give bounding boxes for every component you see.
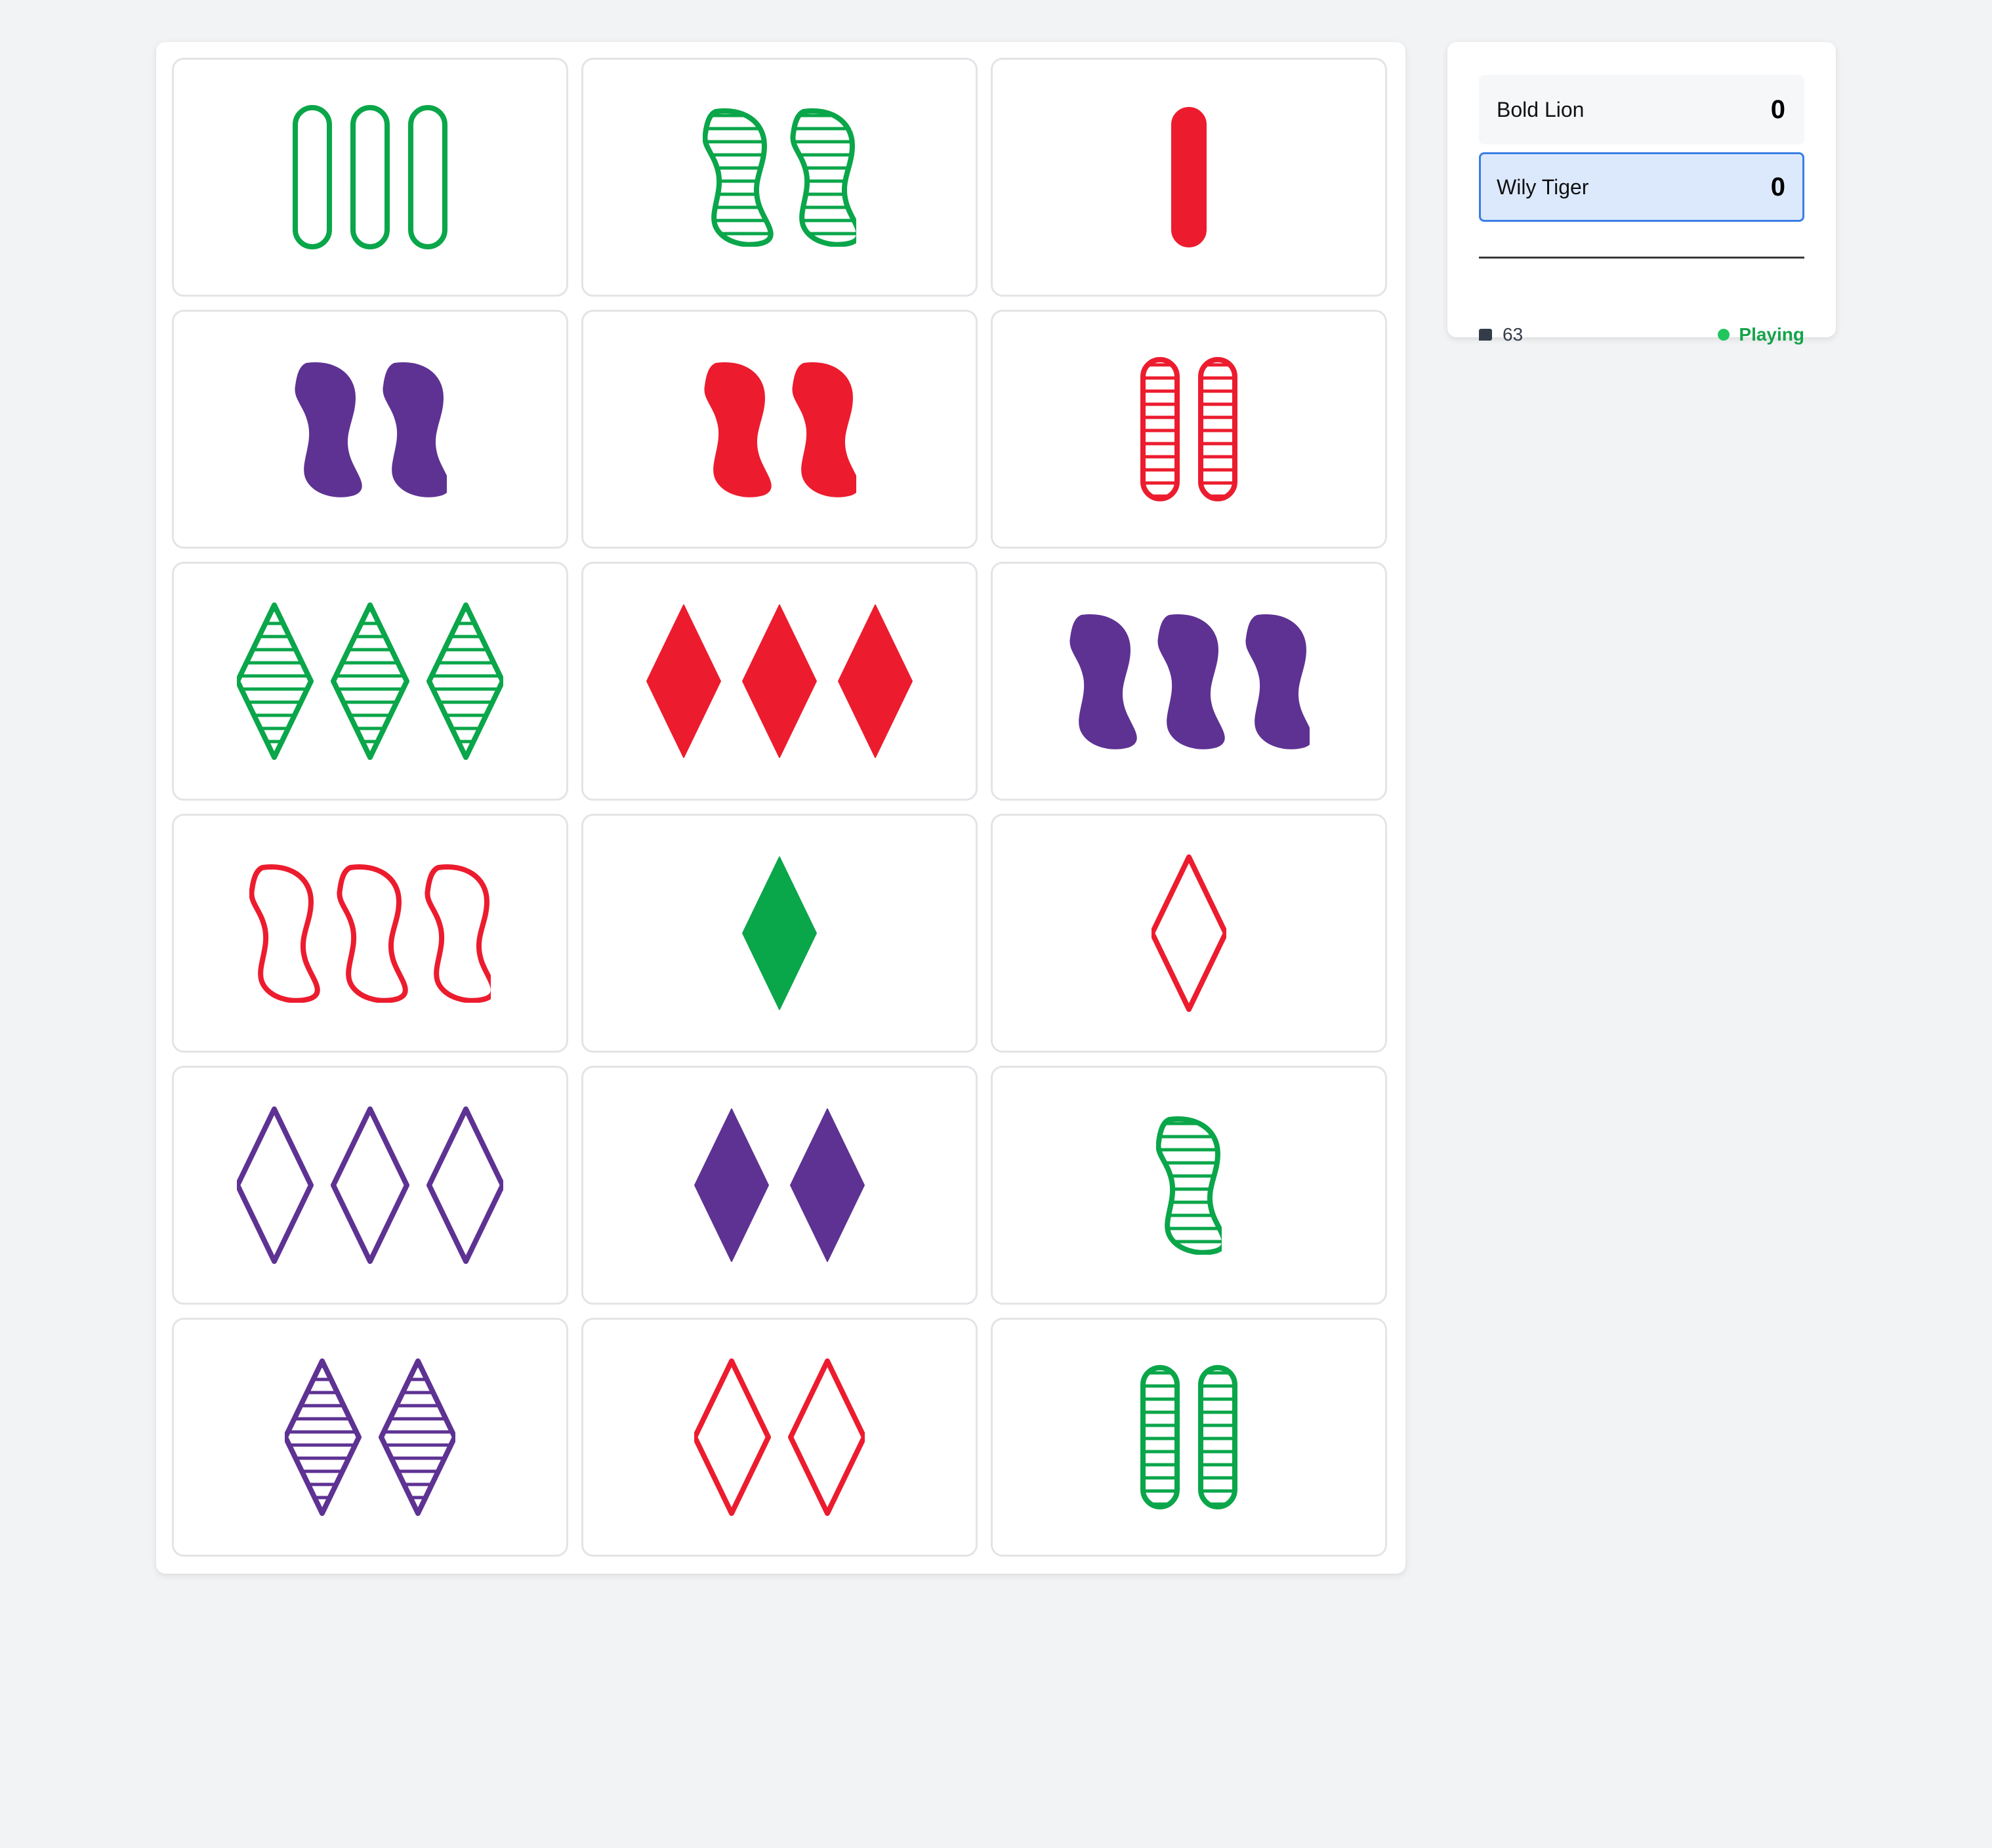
oval-symbol xyxy=(350,105,390,249)
diamond-symbol xyxy=(742,604,817,758)
game-status: Playing xyxy=(1718,324,1804,345)
status-dot-icon xyxy=(1718,329,1730,341)
card-2-green-striped-oval[interactable] xyxy=(991,1318,1387,1557)
diamond-symbol xyxy=(694,1358,771,1516)
diamond-symbol xyxy=(790,1108,865,1262)
diamond-symbol xyxy=(285,1358,362,1516)
squiggle-symbol xyxy=(337,864,408,1003)
diamond-symbol xyxy=(237,602,314,760)
card-1-red-solid-oval[interactable] xyxy=(991,58,1387,297)
card-3-purple-open-diamond[interactable] xyxy=(172,1066,568,1305)
card-1-red-open-diamond[interactable] xyxy=(991,814,1387,1053)
squiggle-symbol xyxy=(1157,614,1225,749)
diamond-symbol xyxy=(379,1358,455,1516)
diamond-symbols xyxy=(694,1108,865,1262)
diamond-symbol xyxy=(331,602,409,760)
diamond-symbols xyxy=(694,1358,865,1516)
squiggle-symbols xyxy=(1069,614,1310,749)
oval-symbol xyxy=(293,105,332,249)
squiggle-symbol xyxy=(1156,1116,1222,1255)
squiggle-symbols xyxy=(249,864,491,1003)
diamond-symbol xyxy=(237,1106,314,1264)
squiggle-symbols xyxy=(703,108,856,247)
squiggle-symbol xyxy=(295,362,362,497)
player-name: Bold Lion xyxy=(1497,97,1585,121)
diamond-symbols xyxy=(646,604,913,758)
scoreboard-panel: Bold Lion 0 Wily Tiger 0 63 Playing xyxy=(1447,42,1836,345)
player-score: 0 xyxy=(1770,94,1785,124)
squiggle-symbols xyxy=(1156,1116,1222,1255)
oval-symbol xyxy=(1171,107,1207,247)
card-2-purple-striped-diamond[interactable] xyxy=(172,1318,568,1557)
oval-symbols xyxy=(293,105,447,249)
squiggle-symbol xyxy=(1069,614,1137,749)
squiggle-symbol xyxy=(383,362,447,497)
card-2-purple-solid-squiggle[interactable] xyxy=(172,310,568,549)
squiggle-symbols xyxy=(704,362,856,497)
deck-counter: 63 xyxy=(1479,324,1523,345)
diamond-symbols xyxy=(742,856,817,1010)
player-score: 0 xyxy=(1770,172,1785,201)
card-1-green-solid-diamond[interactable] xyxy=(581,814,978,1053)
panel-footer: 63 Playing xyxy=(1479,322,1804,348)
squiggle-symbol xyxy=(1245,614,1310,749)
oval-symbols xyxy=(1171,107,1207,247)
card-3-green-open-oval[interactable] xyxy=(172,58,568,297)
card-3-purple-solid-squiggle[interactable] xyxy=(991,562,1387,801)
player-row-wily-tiger[interactable]: Wily Tiger 0 xyxy=(1479,152,1804,222)
squiggle-symbol xyxy=(703,108,774,247)
diamond-symbol xyxy=(426,602,503,760)
oval-symbol xyxy=(1140,1365,1180,1509)
diamond-symbols xyxy=(1152,854,1226,1012)
diamond-symbols xyxy=(237,1106,503,1264)
card-stack-icon xyxy=(1479,329,1492,341)
oval-symbol xyxy=(1140,357,1180,501)
squiggle-symbol xyxy=(790,108,856,247)
diamond-symbols xyxy=(285,1358,455,1516)
card-2-green-striped-squiggle[interactable] xyxy=(581,58,978,297)
diamond-symbol xyxy=(1152,854,1226,1012)
diamond-symbol xyxy=(646,604,721,758)
squiggle-symbol xyxy=(704,362,772,497)
diamond-symbol xyxy=(426,1106,503,1264)
card-3-green-striped-diamond[interactable] xyxy=(172,562,568,801)
oval-symbols xyxy=(1140,1365,1237,1509)
card-3-red-solid-diamond[interactable] xyxy=(581,562,978,801)
diamond-symbols xyxy=(237,602,503,760)
oval-symbol xyxy=(1198,357,1237,501)
card-grid xyxy=(172,58,1387,1557)
divider xyxy=(1479,257,1804,259)
card-1-green-striped-squiggle[interactable] xyxy=(991,1066,1387,1305)
squiggle-symbol xyxy=(425,864,491,1003)
player-row-bold-lion[interactable]: Bold Lion 0 xyxy=(1479,75,1804,144)
deck-count: 63 xyxy=(1503,324,1524,345)
status-label: Playing xyxy=(1739,324,1804,345)
squiggle-symbols xyxy=(295,362,447,497)
squiggle-symbol xyxy=(249,864,320,1003)
oval-symbol xyxy=(408,105,447,249)
card-2-red-striped-oval[interactable] xyxy=(991,310,1387,549)
diamond-symbol xyxy=(838,604,913,758)
squiggle-symbol xyxy=(792,362,856,497)
card-2-red-open-diamond[interactable] xyxy=(581,1318,978,1557)
card-2-red-solid-squiggle[interactable] xyxy=(581,310,978,549)
card-3-red-open-squiggle[interactable] xyxy=(172,814,568,1053)
diamond-symbol xyxy=(694,1108,769,1262)
diamond-symbol xyxy=(742,856,817,1010)
player-name: Wily Tiger xyxy=(1497,175,1589,199)
oval-symbols xyxy=(1140,357,1237,501)
game-board xyxy=(156,42,1405,1574)
oval-symbol xyxy=(1198,1365,1237,1509)
diamond-symbol xyxy=(331,1106,409,1264)
diamond-symbol xyxy=(788,1358,865,1516)
card-2-purple-solid-diamond[interactable] xyxy=(581,1066,978,1305)
